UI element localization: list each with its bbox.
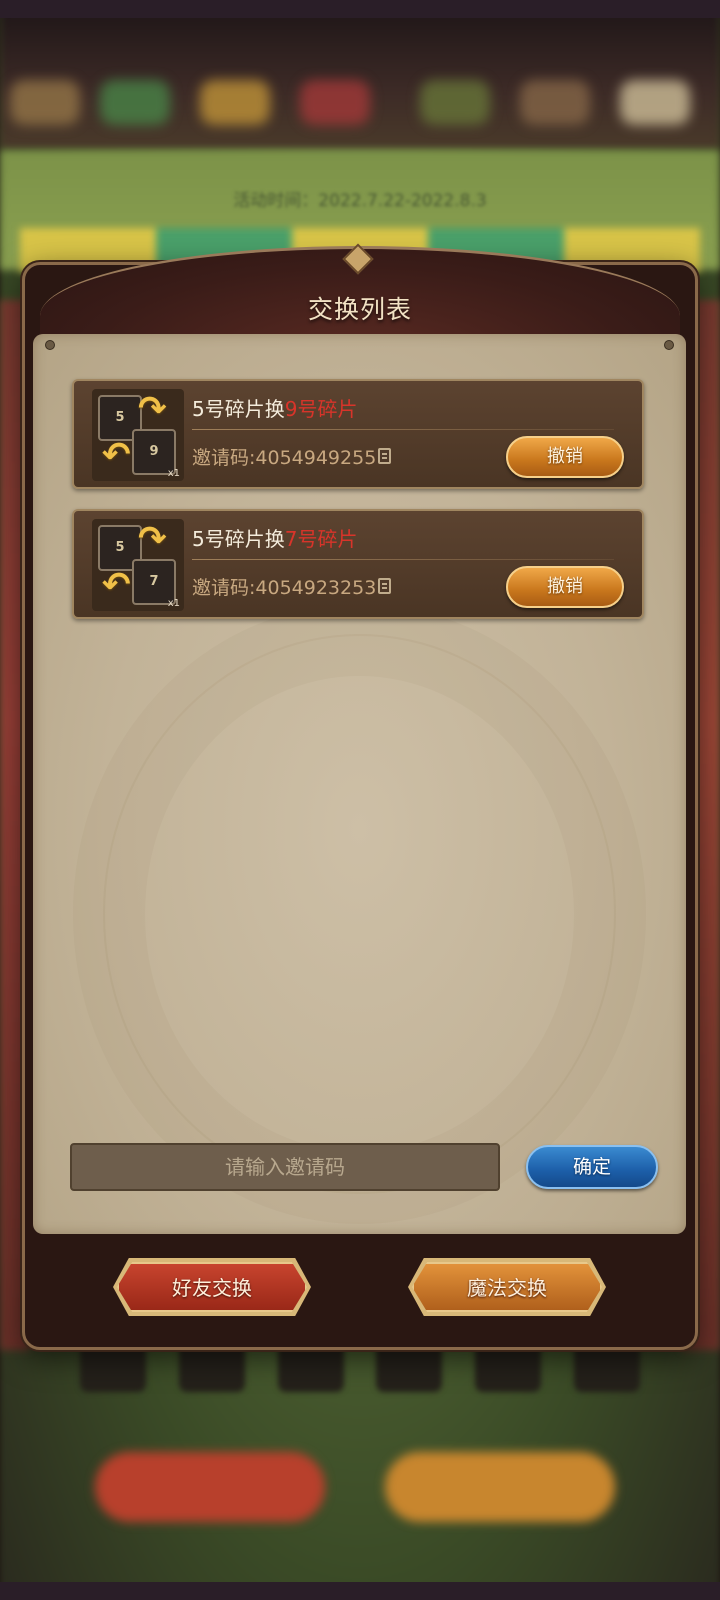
trade-give: 5号碎片换 bbox=[192, 527, 285, 551]
tab-magic-exchange[interactable]: 魔法交换 bbox=[412, 1262, 602, 1312]
background-orange-button bbox=[385, 1452, 615, 1522]
activity-time: 活动时间：2022.7.22-2022.8.3 bbox=[233, 191, 487, 211]
dialog-title: 交换列表 bbox=[307, 295, 412, 324]
row-divider bbox=[192, 429, 614, 430]
trade-receive: 9号碎片 bbox=[284, 397, 358, 421]
invite-code: 邀请码:4054923253 bbox=[192, 577, 377, 599]
row-divider bbox=[192, 559, 614, 560]
trade-row: 5 7 ↷ ↶ x1 5号碎片换7号碎片 邀请码:4054923253 撤销 bbox=[72, 509, 644, 619]
tab-friend-exchange[interactable]: 好友交换 bbox=[117, 1262, 307, 1312]
screen: 活动时间：2022.7.22-2022.8.3 交换列表 5 9 ↷ ↶ x1 … bbox=[0, 0, 720, 1600]
confirm-button[interactable]: 确定 bbox=[526, 1145, 658, 1189]
quantity-label: x1 bbox=[167, 468, 180, 479]
invite-code-input[interactable] bbox=[70, 1143, 500, 1191]
swap-arrow-icon: ↶ bbox=[102, 565, 131, 605]
trade-receive: 7号碎片 bbox=[284, 527, 358, 551]
frame-bottom bbox=[0, 1582, 720, 1600]
cancel-button[interactable]: 撤销 bbox=[506, 566, 624, 608]
frame-top bbox=[0, 0, 720, 18]
panel-pin bbox=[45, 340, 55, 350]
swap-icon: 5 7 ↷ ↶ x1 bbox=[92, 519, 184, 611]
swap-icon: 5 9 ↷ ↶ x1 bbox=[92, 389, 184, 481]
panel-ornament bbox=[103, 634, 616, 1194]
invite-code: 邀请码:4054949255 bbox=[192, 447, 377, 469]
swap-arrow-icon: ↷ bbox=[138, 389, 167, 429]
swap-arrow-icon: ↷ bbox=[138, 519, 167, 559]
background-top-icons bbox=[0, 70, 720, 140]
copy-icon[interactable] bbox=[378, 578, 391, 594]
cancel-button[interactable]: 撤销 bbox=[506, 436, 624, 478]
background-red-button bbox=[95, 1452, 325, 1522]
trade-give: 5号碎片换 bbox=[192, 397, 285, 421]
swap-arrow-icon: ↶ bbox=[102, 435, 131, 475]
trade-row: 5 9 ↷ ↶ x1 5号碎片换9号碎片 邀请码:4054949255 撤销 bbox=[72, 379, 644, 489]
trade-title: 5号碎片换9号碎片 bbox=[192, 393, 357, 422]
trade-title: 5号碎片换7号碎片 bbox=[192, 523, 357, 552]
copy-icon[interactable] bbox=[378, 448, 391, 464]
quantity-label: x1 bbox=[167, 598, 180, 609]
panel-pin bbox=[664, 340, 674, 350]
